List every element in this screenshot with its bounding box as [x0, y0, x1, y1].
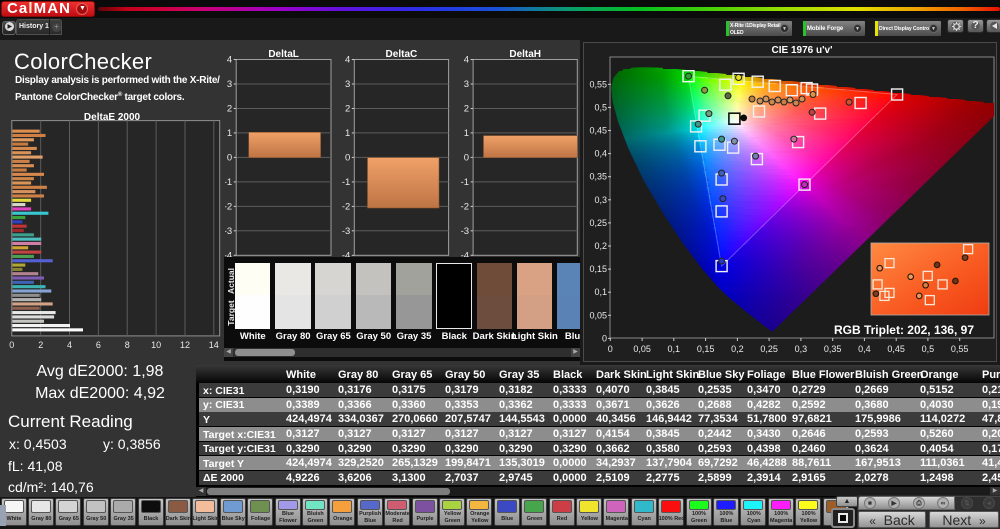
svg-text:0,55: 0,55	[589, 79, 607, 89]
svg-text:6: 6	[96, 340, 101, 350]
svg-text:-2: -2	[342, 201, 350, 212]
svg-text:4: 4	[67, 340, 72, 350]
svg-text:0,15: 0,15	[697, 344, 715, 354]
svg-text:8: 8	[125, 340, 130, 350]
svg-text:0,15: 0,15	[589, 264, 607, 274]
svg-text:-3: -3	[225, 226, 232, 237]
svg-text:0,2: 0,2	[731, 344, 744, 354]
svg-text:4: 4	[464, 55, 469, 66]
svg-text:0,25: 0,25	[589, 218, 607, 228]
svg-text:0,5: 0,5	[594, 102, 607, 112]
svg-text:10: 10	[151, 340, 161, 350]
svg-text:DeltaH: DeltaH	[509, 49, 541, 60]
svg-text:2: 2	[227, 104, 232, 115]
svg-text:DeltaL: DeltaL	[268, 49, 299, 60]
svg-text:0,05: 0,05	[633, 344, 651, 354]
svg-text:0,55: 0,55	[951, 344, 969, 354]
svg-text:0,45: 0,45	[589, 126, 607, 136]
svg-text:-1: -1	[461, 177, 469, 188]
svg-text:0,2: 0,2	[594, 241, 607, 251]
svg-text:1: 1	[345, 128, 350, 139]
svg-text:2: 2	[345, 104, 350, 115]
svg-text:CIE 1976 u'v': CIE 1976 u'v'	[772, 45, 833, 56]
svg-text:2: 2	[464, 104, 469, 115]
svg-text:1: 1	[464, 128, 469, 139]
svg-text:0,25: 0,25	[760, 344, 778, 354]
svg-text:0,3: 0,3	[594, 195, 607, 205]
svg-text:-3: -3	[461, 226, 469, 237]
svg-text:0,35: 0,35	[824, 344, 842, 354]
svg-text:3: 3	[227, 79, 232, 90]
svg-text:14: 14	[209, 340, 219, 350]
svg-text:0,1: 0,1	[668, 344, 681, 354]
svg-text:-3: -3	[342, 226, 350, 237]
svg-text:-2: -2	[461, 201, 469, 212]
svg-text:0,1: 0,1	[594, 287, 607, 297]
svg-text:4: 4	[345, 55, 350, 66]
svg-text:4: 4	[227, 55, 232, 66]
svg-text:0,3: 0,3	[795, 344, 808, 354]
svg-text:0,45: 0,45	[887, 344, 905, 354]
svg-text:0,4: 0,4	[594, 149, 607, 159]
svg-text:3: 3	[345, 79, 350, 90]
svg-text:0: 0	[227, 152, 232, 163]
svg-text:0,05: 0,05	[589, 310, 607, 320]
svg-text:-1: -1	[225, 177, 232, 188]
svg-text:-1: -1	[342, 177, 350, 188]
svg-text:0,5: 0,5	[922, 344, 935, 354]
svg-text:0: 0	[602, 333, 607, 343]
svg-text:-2: -2	[225, 201, 232, 212]
svg-text:1: 1	[227, 128, 232, 139]
svg-text:0: 0	[9, 340, 14, 350]
svg-text:0: 0	[464, 152, 469, 163]
svg-text:0,35: 0,35	[589, 172, 607, 182]
svg-text:RGB Triplet: 202, 136, 97: RGB Triplet: 202, 136, 97	[834, 323, 974, 337]
svg-text:DeltaC: DeltaC	[386, 49, 418, 60]
svg-text:12: 12	[180, 340, 190, 350]
svg-text:3: 3	[464, 79, 469, 90]
svg-text:2: 2	[38, 340, 43, 350]
svg-text:0,4: 0,4	[858, 344, 871, 354]
svg-text:0: 0	[345, 152, 350, 163]
svg-text:0: 0	[608, 344, 613, 354]
